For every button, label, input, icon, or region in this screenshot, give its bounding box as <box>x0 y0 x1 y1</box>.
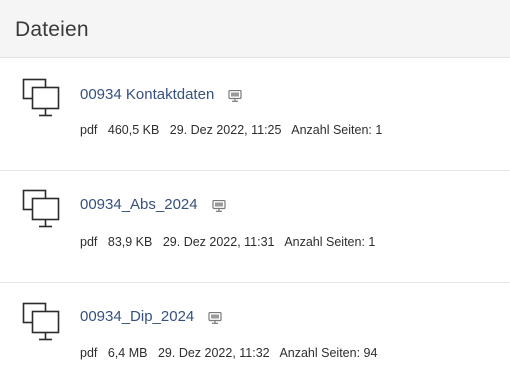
monitor-icon[interactable] <box>212 199 226 212</box>
copy-monitor-icon[interactable] <box>22 78 62 118</box>
file-name-row: 00934 Kontaktdaten <box>80 86 242 104</box>
copy-monitor-icon[interactable] <box>22 189 62 229</box>
file-size: 460,5 KB <box>107 123 160 137</box>
file-name-link[interactable]: 00934 Kontaktdaten <box>80 86 214 104</box>
monitor-icon[interactable] <box>208 311 222 324</box>
copy-monitor-icon[interactable] <box>22 302 62 342</box>
file-size: 6,4 MB <box>107 346 148 360</box>
file-meta: pdf 83,9 KB 29. Dez 2022, 11:31 Anzahl S… <box>80 234 382 250</box>
file-entry: 00934_Dip_2024 pdf 6,4 MB 29. Dez 2022, … <box>0 283 510 382</box>
file-date: 29. Dez 2022, 11:32 <box>157 346 270 360</box>
file-type: pdf <box>80 346 98 360</box>
file-page-count: Anzahl Seiten: 1 <box>291 123 383 137</box>
monitor-icon[interactable] <box>228 89 242 102</box>
file-meta: pdf 460,5 KB 29. Dez 2022, 11:25 Anzahl … <box>80 122 389 138</box>
file-page-count: Anzahl Seiten: 94 <box>279 346 378 360</box>
file-type: pdf <box>80 123 98 137</box>
file-name-link[interactable]: 00934_Abs_2024 <box>80 196 198 214</box>
file-type: pdf <box>80 235 98 249</box>
file-date: 29. Dez 2022, 11:31 <box>162 235 275 249</box>
file-entry: 00934_Abs_2024 pdf 83,9 KB 29. Dez 2022,… <box>0 171 510 282</box>
file-meta: pdf 6,4 MB 29. Dez 2022, 11:32 Anzahl Se… <box>80 345 384 361</box>
file-page-count: Anzahl Seiten: 1 <box>284 235 376 249</box>
file-name-row: 00934_Dip_2024 <box>80 308 222 326</box>
panel-title: Dateien <box>15 18 89 41</box>
file-date: 29. Dez 2022, 11:25 <box>169 123 282 137</box>
file-size: 83,9 KB <box>107 235 153 249</box>
file-entry: 00934 Kontaktdaten pdf 460,5 KB 29. Dez … <box>0 58 510 170</box>
panel-header: Dateien <box>0 0 510 58</box>
files-panel: Dateien 00934 Kontaktdaten pdf 460,5 KB … <box>0 0 510 382</box>
file-name-link[interactable]: 00934_Dip_2024 <box>80 308 194 326</box>
file-name-row: 00934_Abs_2024 <box>80 196 226 214</box>
